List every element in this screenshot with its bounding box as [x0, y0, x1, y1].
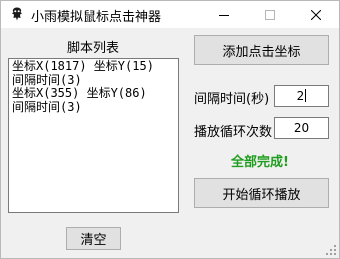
maximize-button[interactable] [247, 1, 293, 28]
title-bar[interactable]: 小雨模拟鼠标点击神器 [1, 1, 339, 28]
script-line: 坐标X(355) 坐标Y(86) [12, 86, 147, 100]
clear-button[interactable]: 清空 [66, 227, 121, 250]
script-list[interactable]: 坐标X(1817) 坐标Y(15) 间隔时间(3) 坐标X(355) 坐标Y(8… [8, 58, 179, 213]
status-message: 全部完成! [231, 155, 289, 170]
script-line: 间隔时间(3) [12, 72, 82, 87]
script-line: 间隔时间(3) [12, 99, 82, 114]
interval-label: 间隔时间(秒) [194, 92, 270, 107]
loop-count-input[interactable]: 20 [274, 117, 329, 139]
minimize-button[interactable] [201, 1, 247, 28]
minimize-icon [219, 14, 229, 16]
loop-count-value: 20 [293, 121, 310, 135]
loop-count-label: 播放循环次数 [194, 125, 273, 140]
interval-input[interactable]: 2 [274, 85, 329, 107]
script-list-heading: 脚本列表 [67, 41, 120, 56]
window-title: 小雨模拟鼠标点击神器 [31, 10, 162, 25]
text-caret [305, 89, 307, 102]
close-button[interactable] [293, 1, 339, 28]
app-window: 小雨模拟鼠标点击神器 脚本列表 坐标X(1817) 坐标Y(15) 间隔时间(3… [0, 0, 340, 259]
add-click-coordinate-button[interactable]: 添加点击坐标 [194, 35, 329, 65]
resize-grip-icon[interactable] [326, 245, 336, 255]
script-line: 坐标X(1817) 坐标Y(15) [12, 59, 154, 73]
app-icon [10, 7, 24, 21]
interval-value: 2 [296, 89, 305, 103]
close-icon [311, 9, 321, 20]
start-loop-playback-button[interactable]: 开始循环播放 [194, 178, 329, 208]
maximize-icon [265, 9, 275, 20]
